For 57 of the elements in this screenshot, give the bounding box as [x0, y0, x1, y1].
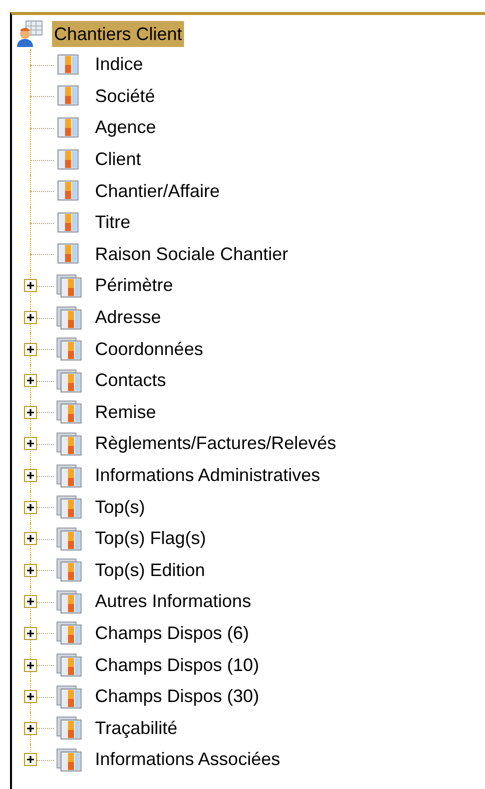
- table-stack-icon: [56, 368, 82, 393]
- tree-item-label[interactable]: Chantier/Affaire: [95, 178, 220, 205]
- table-stack-icon: [56, 464, 82, 488]
- expand-toggle[interactable]: [24, 406, 37, 419]
- tree-item-label[interactable]: Informations Administratives: [95, 462, 320, 490]
- tree-item-label[interactable]: Champs Dispos (30): [95, 683, 260, 710]
- tree-item-label[interactable]: Indice: [95, 51, 144, 78]
- table-stack-icon: [56, 274, 82, 298]
- table-stack-icon: [56, 621, 82, 646]
- tree-item-label[interactable]: Adresse: [95, 304, 162, 332]
- user-table-icon: [16, 20, 44, 48]
- tree-item-label[interactable]: Remise: [95, 398, 156, 426]
- table-stack-icon: [56, 653, 82, 678]
- expand-toggle[interactable]: [24, 658, 37, 672]
- expand-toggle[interactable]: [24, 374, 37, 388]
- table-stack-icon: [56, 495, 82, 520]
- expand-toggle[interactable]: [24, 342, 37, 356]
- tree-item-label[interactable]: Règlements/Factures/Relevés: [95, 430, 336, 458]
- expand-toggle[interactable]: [24, 564, 37, 577]
- tree-item-label[interactable]: Client: [95, 146, 142, 174]
- tree-item-label[interactable]: Raison Sociale Chantier: [95, 240, 288, 268]
- tree-item-label[interactable]: Coordonnées: [95, 336, 204, 363]
- table-stack-icon: [56, 306, 82, 330]
- tree-item-label[interactable]: Société: [95, 82, 156, 110]
- tree-item-label[interactable]: Agence: [95, 114, 156, 142]
- expand-toggle[interactable]: [24, 469, 37, 482]
- table-stack-icon: [56, 432, 82, 456]
- tree-item-label[interactable]: Top(s) Flag(s): [95, 525, 206, 552]
- table-stack-icon: [56, 684, 82, 709]
- table-stack-icon: [56, 590, 82, 614]
- tree-item-label[interactable]: Périmètre: [95, 272, 174, 300]
- expand-toggle[interactable]: [24, 532, 37, 546]
- tree-item-label[interactable]: Top(s) Edition: [95, 556, 206, 584]
- tree-item-label[interactable]: Contacts: [95, 367, 166, 394]
- table-stack-icon: [56, 337, 82, 362]
- expand-toggle[interactable]: [24, 279, 37, 292]
- expand-toggle[interactable]: [24, 690, 37, 704]
- expand-toggle[interactable]: [24, 753, 37, 766]
- expand-toggle[interactable]: [24, 311, 37, 324]
- table-stack-icon: [56, 526, 82, 551]
- expand-toggle[interactable]: [24, 437, 37, 450]
- table-stack-icon: [56, 558, 82, 582]
- tree-item-label[interactable]: Titre: [95, 209, 130, 236]
- tree-root-label[interactable]: Chantiers Client: [52, 20, 184, 46]
- tree-item-label[interactable]: Top(s): [95, 494, 146, 521]
- tree-item-label[interactable]: Champs Dispos (6): [95, 620, 250, 647]
- tree-item-label[interactable]: Champs Dispos (10): [95, 652, 260, 679]
- expand-toggle[interactable]: [24, 500, 37, 514]
- table-stack-icon: [56, 400, 82, 424]
- tree-item-label[interactable]: Traçabilité: [95, 714, 178, 742]
- expand-toggle[interactable]: [24, 626, 37, 640]
- tree-item-label[interactable]: Informations Associées: [95, 746, 280, 774]
- expand-toggle[interactable]: [24, 722, 37, 735]
- table-stack-icon: [56, 716, 82, 740]
- expand-toggle[interactable]: [24, 595, 37, 608]
- tree-item-label[interactable]: Autres Informations: [95, 588, 252, 616]
- table-stack-icon: [56, 748, 82, 772]
